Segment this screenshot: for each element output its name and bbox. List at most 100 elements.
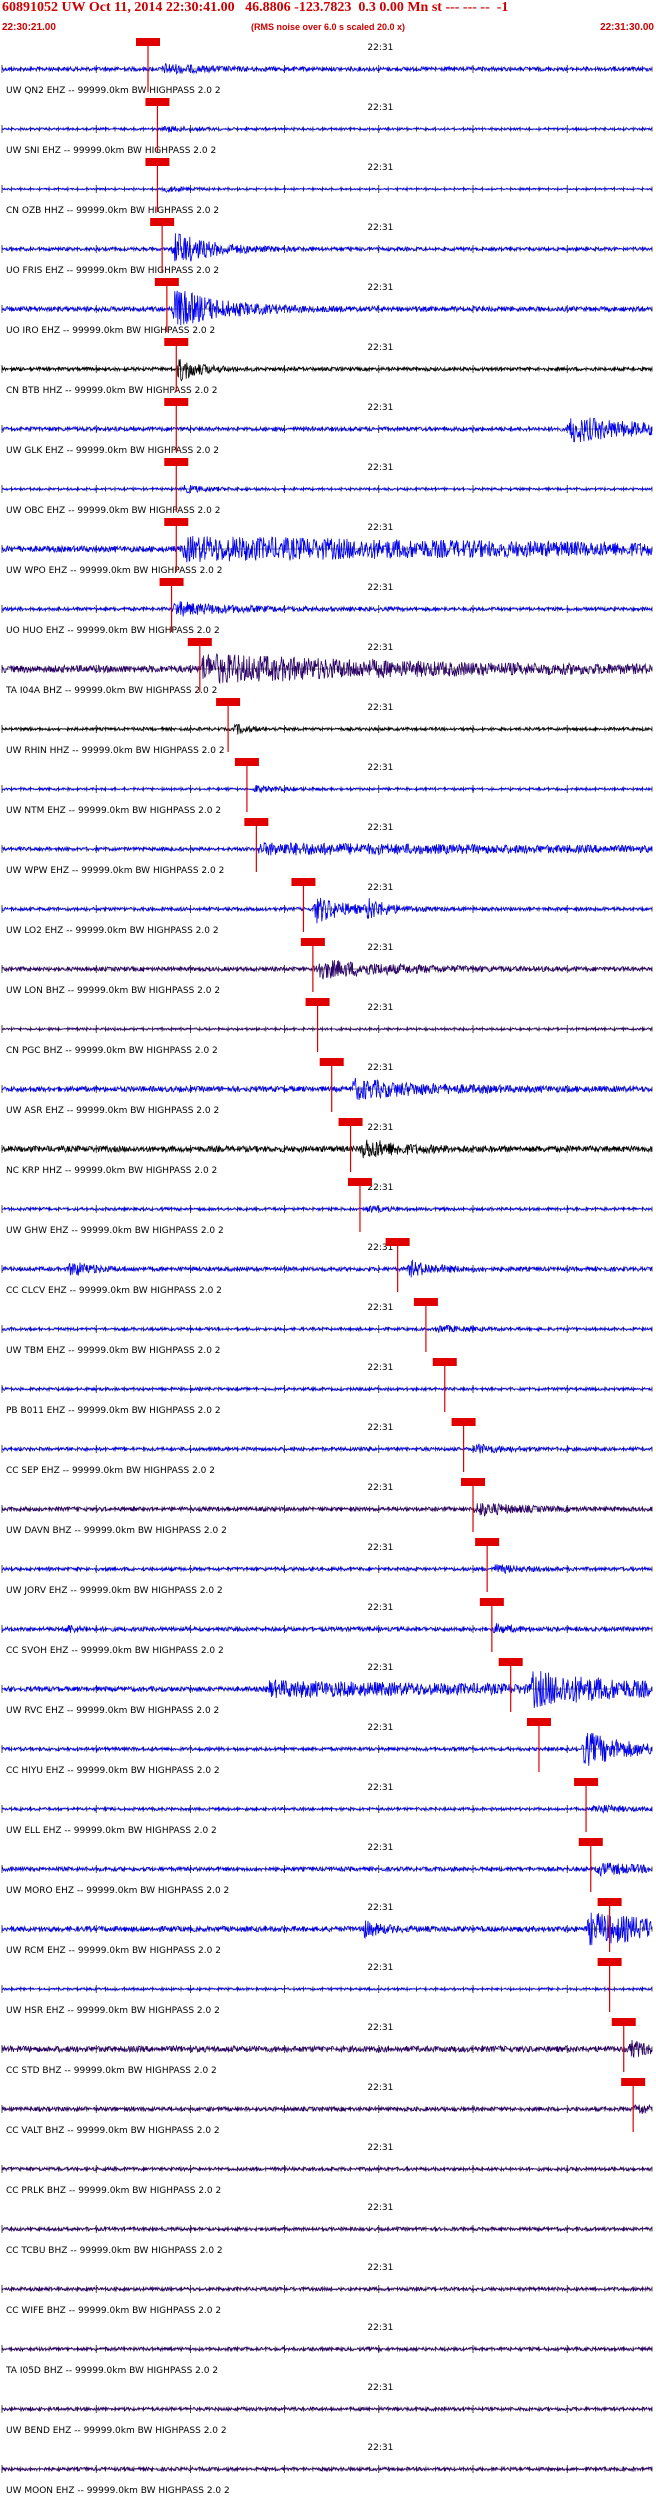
minute-label: 22:31: [367, 2383, 393, 2393]
pick-marker: [291, 878, 316, 886]
minute-label: 22:31: [367, 283, 393, 293]
pick-marker: [164, 338, 189, 346]
channel-label: UW NTM EHZ -- 99999.0km BW HIGHPASS 2.0 …: [6, 806, 221, 816]
waveform-trace: [1, 290, 653, 326]
pick-marker: [597, 1898, 622, 1906]
pick-marker: [164, 458, 189, 466]
minute-label: 22:31: [367, 2323, 393, 2333]
channel-label: UW GLK EHZ -- 99999.0km BW HIGHPASS 2.0 …: [6, 446, 219, 456]
channel-label: CC HIYU EHZ -- 99999.0km BW HIGHPASS 2.0…: [6, 1766, 220, 1776]
channel-label: CC TCBU BHZ -- 99999.0km BW HIGHPASS 2.0…: [6, 2246, 223, 2256]
waveform-trace: [1, 1139, 653, 1159]
channel-label: UW WPO EHZ -- 99999.0km BW HIGHPASS 2.0 …: [6, 566, 222, 576]
pick-marker: [413, 1298, 438, 1306]
minute-label: 22:31: [367, 43, 393, 53]
channel-label: UW GHW EHZ -- 99999.0km BW HIGHPASS 2.0 …: [6, 1226, 224, 1236]
end-time: 22:31:30.00: [600, 22, 654, 33]
pick-marker: [479, 1598, 504, 1606]
pick-marker: [305, 998, 330, 1006]
channel-label: UW MORO EHZ -- 99999.0km BW HIGHPASS 2.0…: [6, 1886, 229, 1896]
waveform-trace: [1, 2405, 653, 2413]
channel-label: UW HSR EHZ -- 99999.0km BW HIGHPASS 2.0 …: [6, 2006, 220, 2016]
minute-label: 22:31: [367, 1303, 393, 1313]
pick-marker: [611, 2018, 636, 2026]
channel-label: CC WIFE BHZ -- 99999.0km BW HIGHPASS 2.0…: [6, 2306, 221, 2316]
waveform-trace: [1, 723, 653, 735]
minute-label: 22:31: [367, 883, 393, 893]
minute-label: 22:31: [367, 763, 393, 773]
minute-label: 22:31: [367, 403, 393, 413]
waveform-trace: [1, 1862, 652, 1877]
waveform-trace: [1, 960, 653, 980]
pick-marker: [136, 38, 161, 46]
channel-label: CC PRLK BHZ -- 99999.0km BW HIGHPASS 2.0…: [6, 2186, 221, 2196]
minute-label: 22:31: [367, 223, 393, 233]
channel-label: UW TBM EHZ -- 99999.0km BW HIGHPASS 2.0 …: [6, 1346, 221, 1356]
minute-label: 22:31: [367, 2443, 393, 2453]
waveform-trace: [1, 359, 653, 382]
channel-label: UW RHIN HHZ -- 99999.0km BW HIGHPASS 2.0…: [6, 746, 225, 756]
minute-label: 22:31: [367, 2023, 393, 2033]
minute-label: 22:31: [367, 1123, 393, 1133]
seismogram-plot: 22:31 UW QN2 EHZ -- 99999.0km BW HIGHPASS…: [1, 38, 653, 2496]
minute-label: 22:31: [367, 1963, 393, 1973]
channel-label: CC SEP EHZ -- 99999.0km BW HIGHPASS 2.0 …: [6, 1466, 215, 1476]
pick-marker: [385, 1238, 410, 1246]
pick-marker: [154, 278, 179, 286]
plot-header: 60891052 UW Oct 11, 2014 22:30:41.00 46.…: [0, 0, 656, 36]
waveform-trace: [1, 2465, 653, 2473]
channel-label: TA I05D BHZ -- 99999.0km BW HIGHPASS 2.0…: [5, 2366, 218, 2376]
pick-marker: [244, 818, 269, 826]
pick-marker: [432, 1358, 457, 1366]
pick-marker: [164, 398, 189, 406]
channel-label: UW QN2 EHZ -- 99999.0km BW HIGHPASS 2.0 …: [6, 86, 221, 96]
waveform-trace: [1, 1671, 653, 1708]
waveform-trace: [1, 417, 653, 443]
pick-marker: [621, 2078, 646, 2086]
channel-label: UO FRIS EHZ -- 99999.0km BW HIGHPASS 2.0…: [6, 266, 219, 276]
waveform-trace: [1, 897, 653, 924]
channel-label: UW DAVN BHZ -- 99999.0km BW HIGHPASS 2.0…: [6, 1526, 227, 1536]
minute-label: 22:31: [367, 1843, 393, 1853]
minute-label: 22:31: [367, 1423, 393, 1433]
channel-label: UO HUO EHZ -- 99999.0km BW HIGHPASS 2.0 …: [6, 626, 220, 636]
channel-label: UW ASR EHZ -- 99999.0km BW HIGHPASS 2.0 …: [6, 1106, 219, 1116]
minute-label: 22:31: [367, 943, 393, 953]
waveform-trace: [1, 1623, 652, 1634]
pick-marker: [461, 1478, 486, 1486]
channel-label: UW LO2 EHZ -- 99999.0km BW HIGHPASS 2.0 …: [6, 926, 219, 936]
channel-label: CN OZB HHZ -- 99999.0km BW HIGHPASS 2.0 …: [6, 206, 219, 216]
pick-marker: [150, 218, 175, 226]
minute-label: 22:31: [367, 583, 393, 593]
channel-label: UW RVC EHZ -- 99999.0km BW HIGHPASS 2.0 …: [6, 1706, 219, 1716]
pick-marker: [578, 1838, 603, 1846]
pick-marker: [574, 1778, 599, 1786]
channel-label: CC SVOH EHZ -- 99999.0km BW HIGHPASS 2.0…: [6, 1646, 224, 1656]
channel-label: CN PGC BHZ -- 99999.0km BW HIGHPASS 2.0 …: [6, 1046, 218, 1056]
pick-marker: [338, 1118, 363, 1126]
minute-label: 22:31: [367, 2143, 393, 2153]
waveform-trace: [1, 1502, 653, 1517]
channel-label: PB B011 EHZ -- 99999.0km BW HIGHPASS 2.0…: [6, 1406, 221, 1416]
minute-label: 22:31: [367, 2083, 393, 2093]
pick-marker: [498, 1658, 523, 1666]
pick-marker: [526, 1718, 551, 1726]
minute-label: 22:31: [367, 1663, 393, 1673]
minute-label: 22:31: [367, 1903, 393, 1913]
channel-label: CN BTB HHZ -- 99999.0km BW HIGHPASS 2.0 …: [6, 386, 218, 396]
channel-label: UW SNI EHZ -- 99999.0km BW HIGHPASS 2.0 …: [6, 146, 216, 156]
minute-label: 22:31: [367, 163, 393, 173]
minute-label: 22:31: [367, 703, 393, 713]
minute-label: 22:31: [367, 1543, 393, 1553]
pick-marker: [234, 758, 259, 766]
waveform-trace: [1, 185, 653, 193]
channel-label: UO IRO EHZ -- 99999.0km BW HIGHPASS 2.0 …: [6, 326, 215, 336]
channel-label: UW LON BHZ -- 99999.0km BW HIGHPASS 2.0 …: [6, 986, 220, 996]
channel-label: CC CLCV EHZ -- 99999.0km BW HIGHPASS 2.0…: [6, 1286, 222, 1296]
rms-subtitle: (RMS noise over 6.0 s scaled 20.0 x): [250, 22, 406, 32]
minute-label: 22:31: [367, 2263, 393, 2273]
minute-label: 22:31: [367, 2203, 393, 2213]
minute-label: 22:31: [367, 1363, 393, 1373]
pick-marker: [451, 1418, 476, 1426]
pick-marker: [187, 638, 212, 646]
